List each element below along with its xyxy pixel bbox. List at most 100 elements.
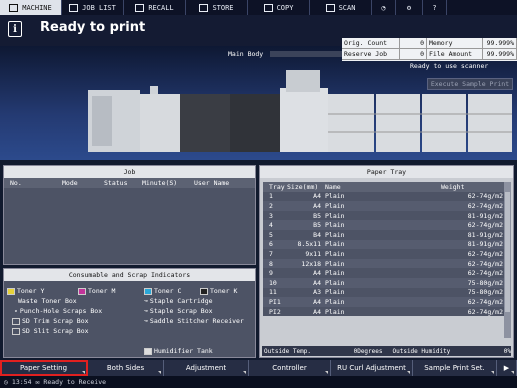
tray-row[interactable]: 5 B4 Plain 81-91g/m2 <box>263 229 507 240</box>
tray-weight: 81-91g/m2 <box>467 211 503 220</box>
tray-number: 10 <box>269 278 277 287</box>
controller-button[interactable]: Controller <box>249 360 331 376</box>
tray-weight: 62-74g/m2 <box>467 249 503 258</box>
sd-trim-icon <box>12 317 20 325</box>
punch-hole-indicator: ∘ Punch-Hole Scraps Box <box>14 307 103 315</box>
tray-size: 12x18 <box>301 259 321 268</box>
tray-paper-name: Plain <box>325 259 345 268</box>
tray-size: A4 <box>313 269 321 278</box>
staple-icon: ↝ <box>144 297 148 305</box>
tray-row[interactable]: 9 A4 Plain 62-74g/m2 <box>263 268 507 278</box>
globe-icon: ◔ <box>381 3 386 12</box>
tray-paper-name: Plain <box>325 297 345 306</box>
main-body-status-bar <box>270 51 342 57</box>
tray-size: B5 <box>313 211 321 220</box>
tray-row[interactable]: 3 B5 Plain 81-91g/m2 <box>263 210 507 221</box>
tray-size: B4 <box>313 230 321 239</box>
consumables-title: Consumable and Scrap Indicators <box>4 269 255 281</box>
tray-number: 11 <box>269 288 277 297</box>
tray-number: 1 <box>269 192 273 201</box>
tray-paper-name: Plain <box>325 230 345 239</box>
help-icon: ? <box>432 3 437 12</box>
tray-number: 9 <box>269 269 273 278</box>
machine-icon <box>9 3 19 12</box>
next-page-button[interactable]: ▶ <box>497 360 517 376</box>
paper-tray-title: Paper Tray <box>260 166 513 178</box>
paper-setting-button[interactable]: Paper Setting <box>0 360 88 376</box>
tab-settings[interactable]: ⚙ <box>396 0 423 15</box>
outside-humidity-value: 0% <box>503 347 511 355</box>
tray-row[interactable]: 10 A4 Plain 75-80g/m2 <box>263 277 507 288</box>
ru-curl-adjustment-button[interactable]: RU Curl Adjustment <box>331 360 413 376</box>
tab-globe[interactable]: ◔ <box>372 0 396 15</box>
tray-row[interactable]: 7 9x11 Plain 62-74g/m2 <box>263 249 507 259</box>
tray-paper-name: Plain <box>325 211 345 220</box>
tray-weight: 62-74g/m2 <box>467 192 503 201</box>
copy-icon <box>263 3 273 12</box>
tray-scrollbar[interactable] <box>504 182 511 338</box>
sd-slit-indicator: SD Slit Scrap Box <box>12 327 89 335</box>
job-col-mode: Mode <box>62 179 78 187</box>
staple-scrap-icon: ↝ <box>144 307 148 315</box>
job-panel: Job No. Mode Status Minute(S) User Name <box>3 165 256 265</box>
saddle-stitcher-indicator: ↝ Saddle Stitcher Receiver <box>144 317 244 325</box>
orig-count-value: 0 <box>400 38 427 49</box>
sample-print-set-button[interactable]: Sample Print Set. <box>413 360 497 376</box>
tray-size: 9x11 <box>305 249 321 258</box>
tray-row[interactable]: 8 12x18 Plain 62-74g/m2 <box>263 258 507 269</box>
tray-weight: 62-74g/m2 <box>467 297 503 306</box>
adjustment-button[interactable]: Adjustment <box>164 360 249 376</box>
tray-weight: 75-80g/m2 <box>467 288 503 297</box>
footer-status: ◷ 13:54 ✉ Ready to Receive <box>0 376 517 388</box>
tray-row[interactable]: 11 A3 Plain 75-80g/m2 <box>263 287 507 298</box>
toner-m-icon <box>78 287 86 295</box>
staple-scrap-indicator: ↝ Staple Scrap Box <box>144 307 213 315</box>
tray-size: 8.5x11 <box>297 240 321 249</box>
toner-m-indicator: Toner M <box>78 287 115 295</box>
execute-sample-print-button[interactable]: Execute Sample Print <box>427 78 513 90</box>
info-icon: i <box>8 21 22 37</box>
tray-row[interactable]: 2 A4 Plain 62-74g/m2 <box>263 201 507 211</box>
top-tab-bar: MACHINE JOB LIST RECALL STORE COPY SCAN … <box>0 0 517 15</box>
tray-row[interactable]: 1 A4 Plain 62-74g/m2 <box>263 191 507 202</box>
tray-number: 3 <box>269 211 273 220</box>
tab-copy[interactable]: COPY <box>248 0 310 15</box>
outside-humidity-label: Outside Humidity <box>392 347 451 355</box>
tray-number: 2 <box>269 201 273 210</box>
recall-icon <box>135 3 145 12</box>
toner-y-indicator: Toner Y <box>7 287 44 295</box>
both-sides-button[interactable]: Both Sides <box>88 360 164 376</box>
job-col-user-name: User Name <box>194 179 230 187</box>
tray-scroll-thumb[interactable] <box>505 192 510 312</box>
tray-paper-name: Plain <box>325 221 345 230</box>
main-body-label: Main Body <box>228 50 264 58</box>
staple-cartridge-indicator: ↝ Staple Cartridge <box>144 297 213 305</box>
paper-tray-panel: Paper Tray Tray Size(mm) Name Weight 1 A4… <box>259 165 514 358</box>
tray-row[interactable]: 6 8.5x11 Plain 81-91g/m2 <box>263 239 507 250</box>
tab-job-list[interactable]: JOB LIST <box>62 0 124 15</box>
tab-machine[interactable]: MACHINE <box>0 0 62 15</box>
tray-weight: 81-91g/m2 <box>467 230 503 239</box>
tray-row[interactable]: 4 B5 Plain 62-74g/m2 <box>263 220 507 230</box>
tray-row[interactable]: PI2 A4 Plain 62-74g/m2 <box>263 306 507 317</box>
tray-row[interactable]: PI1 A4 Plain 62-74g/m2 <box>263 297 507 307</box>
tray-size: B5 <box>313 221 321 230</box>
tray-number: PI1 <box>269 297 281 306</box>
consumables-panel: Consumable and Scrap Indicators Toner Y … <box>3 268 256 358</box>
tray-paper-name: Plain <box>325 288 345 297</box>
footer-time: 13:54 <box>11 378 32 386</box>
tray-weight: 62-74g/m2 <box>467 221 503 230</box>
saddle-icon: ↝ <box>144 317 148 325</box>
tray-paper-name: Plain <box>325 249 345 258</box>
job-col-no: No. <box>10 179 22 187</box>
tab-help[interactable]: ? <box>423 0 447 15</box>
job-list[interactable] <box>4 188 255 264</box>
file-amount-label: File Amount <box>427 49 483 60</box>
tab-scan[interactable]: SCAN <box>310 0 372 15</box>
tray-size: A4 <box>313 192 321 201</box>
tab-store[interactable]: STORE <box>186 0 248 15</box>
tray-number: 4 <box>269 221 273 230</box>
tray-size: A4 <box>313 297 321 306</box>
tray-size: A4 <box>313 278 321 287</box>
tab-recall[interactable]: RECALL <box>124 0 186 15</box>
